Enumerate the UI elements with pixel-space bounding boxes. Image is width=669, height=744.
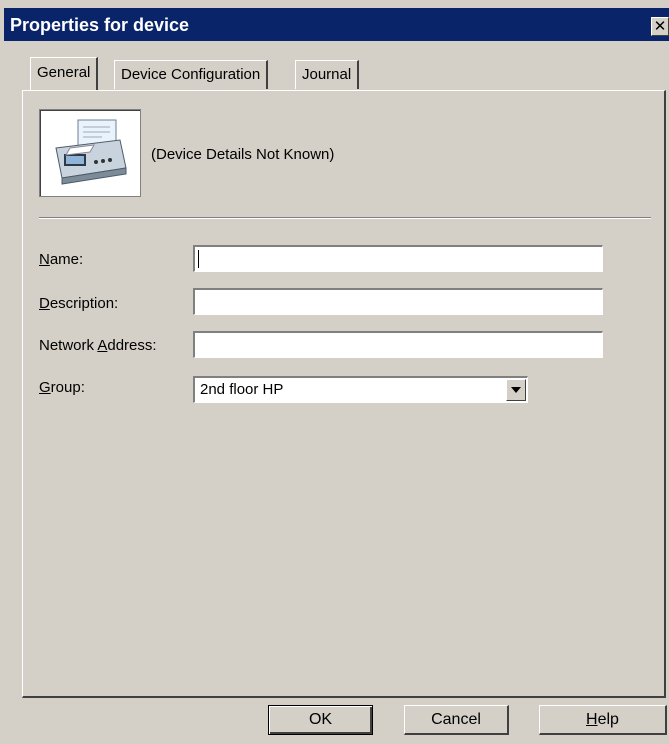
close-icon[interactable]: ✕	[651, 17, 669, 36]
text-caret	[198, 250, 199, 268]
network-address-label: Network Address:	[39, 337, 157, 354]
cancel-button[interactable]: Cancel	[404, 705, 509, 735]
device-details-text: (Device Details Not Known)	[151, 146, 335, 163]
network-address-field[interactable]	[193, 331, 603, 358]
device-image-frame	[39, 109, 141, 197]
ok-button[interactable]: OK	[268, 705, 373, 735]
description-label: Description:	[39, 295, 119, 312]
tab-device-configuration[interactable]: Device Configuration	[114, 60, 269, 89]
help-button[interactable]: Help	[539, 705, 667, 735]
name-field[interactable]	[193, 245, 603, 272]
window-title: Properties for device	[10, 15, 190, 35]
group-selected-value: 2nd floor HP	[200, 381, 284, 398]
title-bar[interactable]: Properties for device ✕	[4, 8, 669, 41]
description-field[interactable]	[193, 288, 603, 315]
properties-dialog: Properties for device ✕ General Device C…	[4, 8, 669, 744]
fax-printer-icon	[55, 119, 127, 185]
group-label: Group:	[39, 379, 85, 396]
group-dropdown[interactable]: 2nd floor HP	[193, 376, 528, 403]
general-tab-panel: (Device Details Not Known) Name: Descrip…	[22, 90, 666, 698]
tab-journal[interactable]: Journal	[295, 60, 360, 89]
name-label: Name:	[39, 251, 84, 268]
tab-general[interactable]: General	[30, 57, 99, 90]
chevron-down-icon[interactable]	[506, 379, 526, 401]
separator	[39, 217, 651, 219]
